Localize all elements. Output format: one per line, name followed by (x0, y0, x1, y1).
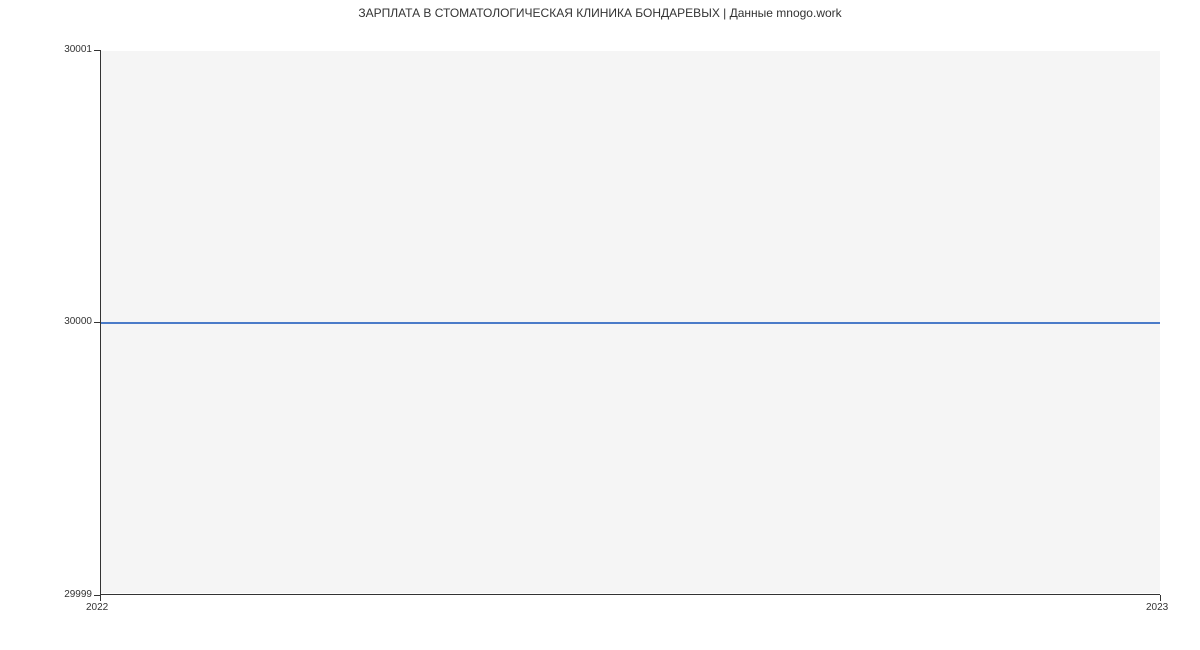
chart-title: ЗАРПЛАТА В СТОМАТОЛОГИЧЕСКАЯ КЛИНИКА БОН… (0, 6, 1200, 20)
x-tick-0 (100, 595, 101, 601)
gridline-top (101, 50, 1160, 51)
x-tick-label-0: 2022 (86, 602, 108, 613)
plot-area (100, 50, 1160, 595)
y-tick-2 (94, 50, 100, 51)
y-tick-1 (94, 322, 100, 323)
y-tick-label-0: 29999 (64, 589, 92, 600)
x-tick-1 (1160, 595, 1161, 601)
data-line-series-0 (101, 322, 1160, 324)
chart-container: ЗАРПЛАТА В СТОМАТОЛОГИЧЕСКАЯ КЛИНИКА БОН… (0, 0, 1200, 650)
y-tick-label-1: 30000 (64, 316, 92, 327)
y-tick-label-2: 30001 (64, 44, 92, 55)
x-tick-label-1: 2023 (1146, 602, 1168, 613)
gridline-bot (101, 593, 1160, 594)
